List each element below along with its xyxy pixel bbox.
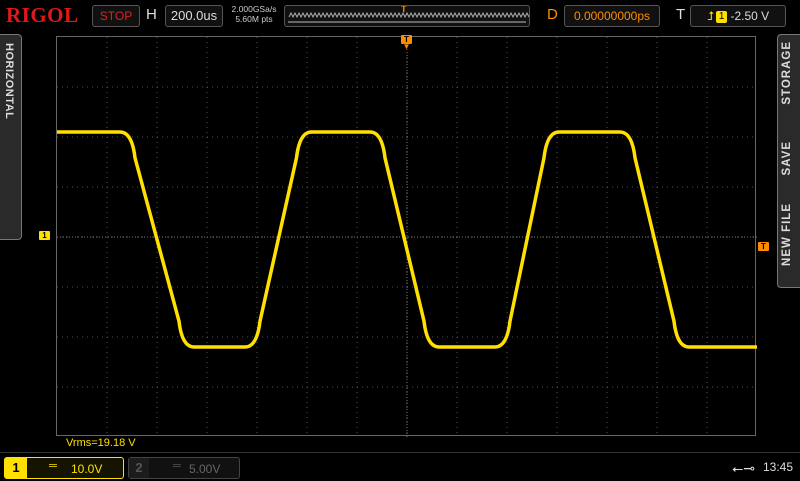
trigger-position-marker: T ▼: [401, 35, 412, 51]
channel-1-settings[interactable]: 1 ═ 10.0V: [4, 457, 124, 479]
memory-depth: 5.60M pts: [235, 14, 273, 24]
trigger-label: T: [676, 6, 686, 23]
trigger-settings[interactable]: ⮥ 1 -2.50 V: [690, 5, 786, 27]
new-file-tab-label[interactable]: NEW FILE: [781, 203, 793, 266]
channel-2-scale: 5.00V: [189, 462, 221, 476]
horizontal-menu-tab[interactable]: HORIZONTAL: [0, 34, 22, 240]
vrms-measurement: Vrms=19.18 V: [66, 437, 136, 449]
channel-2-number: 2: [129, 458, 149, 478]
waveform-display[interactable]: [56, 36, 757, 437]
bottom-status-bar: 1 ═ 10.0V 2 ═ 5.00V ⭠⊸ 13:45: [0, 452, 800, 481]
ch1-ground-marker[interactable]: 1: [39, 231, 50, 240]
timebase-value[interactable]: 200.0us: [165, 5, 223, 27]
trigger-source-badge: 1: [715, 11, 728, 23]
rigol-logo: RIGOL: [6, 3, 79, 27]
ch1-waveform-trace: [57, 130, 757, 349]
storage-menu-tab[interactable]: STORAGE SAVE NEW FILE: [777, 34, 800, 288]
usb-icon: ⭠⊸: [732, 460, 755, 476]
graticule: [57, 37, 757, 437]
rising-edge-icon: ⮥: [706, 9, 714, 23]
trigger-level-marker[interactable]: T: [758, 242, 769, 251]
memory-overview-bar[interactable]: T: [284, 5, 530, 27]
system-clock: 13:45: [763, 460, 794, 474]
horizontal-tab-label: HORIZONTAL: [3, 43, 15, 120]
channel-2-settings[interactable]: 2 ═ 5.00V: [128, 457, 240, 479]
dc-coupling-icon: ═: [173, 460, 181, 472]
save-tab-label[interactable]: SAVE: [781, 141, 793, 175]
horizontal-delay-value[interactable]: 0.00000000ps: [564, 5, 660, 27]
channel-1-scale: 10.0V: [71, 462, 103, 476]
storage-tab-label[interactable]: STORAGE: [781, 41, 793, 105]
run-stop-status[interactable]: STOP: [92, 5, 140, 27]
trigger-level-value: -2.50 V: [730, 9, 770, 23]
memory-trigger-marker: T: [401, 5, 407, 14]
dc-coupling-icon: ═: [49, 460, 57, 472]
memory-overview-waveform: [288, 11, 529, 23]
acquisition-info: 2.000GSa/s 5.60M pts: [229, 4, 279, 24]
delay-label: D: [547, 6, 558, 23]
top-status-bar: RIGOL STOP H 200.0us 2.000GSa/s 5.60M pt…: [0, 0, 800, 32]
sample-rate: 2.000GSa/s: [231, 4, 277, 14]
channel-1-number: 1: [5, 458, 27, 478]
horizontal-label: H: [146, 6, 157, 23]
